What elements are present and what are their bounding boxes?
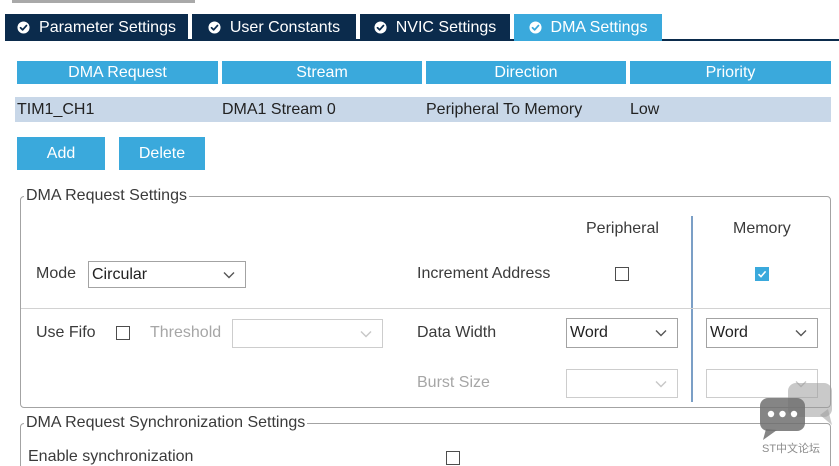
peripheral-memory-divider (691, 216, 693, 402)
check-circle-icon (17, 21, 30, 34)
data-width-memory-value: Word (710, 324, 748, 341)
watermark-text: ST中文论坛 (762, 443, 821, 455)
tab-nvic-settings[interactable]: NVIC Settings (360, 14, 510, 41)
table-cell-request: TIM1_CH1 (17, 100, 95, 118)
check-circle-icon (374, 21, 387, 34)
checkmark-icon (757, 270, 767, 278)
mode-select[interactable]: Circular (88, 261, 246, 288)
increment-address-peripheral-checkbox[interactable] (615, 267, 629, 281)
increment-address-label: Increment Address (417, 265, 551, 282)
burst-size-label: Burst Size (417, 374, 490, 391)
data-width-peripheral-value: Word (570, 324, 608, 341)
table-header-priority[interactable]: Priority (630, 61, 831, 84)
dma-request-table: DMA Request Stream Direction Priority TI… (15, 61, 831, 122)
enable-synchronization-label: Enable synchronization (28, 448, 194, 465)
dma-request-settings-legend: DMA Request Settings (24, 186, 189, 206)
add-button[interactable]: Add (17, 137, 105, 170)
tab-label: User Constants (229, 18, 341, 36)
table-header-stream[interactable]: Stream (222, 61, 422, 84)
data-width-label: Data Width (417, 324, 497, 341)
peripheral-column-header: Peripheral (586, 220, 659, 237)
enable-synchronization-checkbox[interactable] (446, 451, 460, 465)
threshold-label: Threshold (150, 324, 222, 341)
tab-parameter-settings[interactable]: Parameter Settings (5, 14, 188, 41)
data-width-peripheral-select[interactable]: Word (566, 318, 678, 348)
check-circle-icon (528, 21, 542, 34)
memory-column-header: Memory (733, 220, 791, 237)
mode-label: Mode (36, 265, 77, 282)
table-header-dma-request[interactable]: DMA Request (17, 61, 218, 84)
top-scroll-indicator (12, 0, 195, 3)
table-row[interactable]: TIM1_CH1 DMA1 Stream 0 Peripheral To Mem… (15, 97, 831, 122)
chevron-down-icon (223, 271, 235, 278)
tab-user-constants[interactable]: User Constants (192, 14, 356, 41)
table-cell-priority: Low (630, 100, 660, 118)
tab-label: DMA Settings (550, 18, 648, 36)
chevron-down-icon (360, 330, 372, 337)
tab-dma-settings[interactable]: DMA Settings (514, 14, 662, 41)
data-width-memory-select[interactable]: Word (706, 318, 818, 348)
use-fifo-label: Use Fifo (36, 324, 96, 341)
watermark: ST中文论坛 (758, 381, 834, 461)
chevron-down-icon (795, 330, 807, 337)
increment-address-memory-checkbox[interactable] (755, 267, 769, 281)
tab-label: Parameter Settings (39, 18, 176, 36)
mode-select-value: Circular (92, 265, 148, 283)
check-circle-icon (208, 21, 221, 34)
tab-label: NVIC Settings (395, 18, 497, 36)
table-cell-direction: Peripheral To Memory (426, 100, 583, 118)
dma-sync-settings-legend: DMA Request Synchronization Settings (24, 413, 308, 433)
delete-button[interactable]: Delete (119, 137, 205, 170)
table-cell-stream: DMA1 Stream 0 (222, 100, 336, 118)
use-fifo-checkbox[interactable] (116, 326, 130, 340)
row-divider (21, 308, 830, 309)
chat-bubbles-icon (760, 383, 832, 440)
burst-size-peripheral-select[interactable] (566, 369, 678, 398)
threshold-select[interactable] (232, 319, 383, 348)
chevron-down-icon (655, 330, 667, 337)
table-header-direction[interactable]: Direction (426, 61, 626, 84)
chevron-down-icon (655, 380, 667, 387)
